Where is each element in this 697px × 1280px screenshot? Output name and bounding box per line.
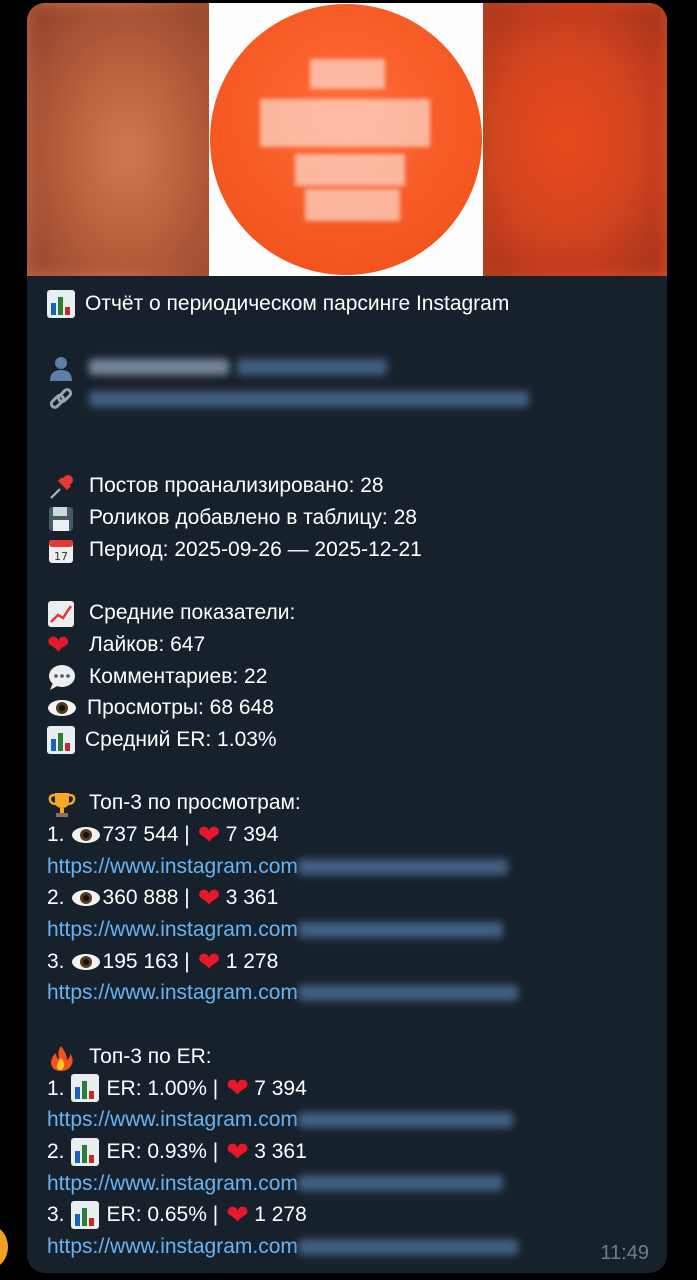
message-time: 11:49 bbox=[600, 1242, 649, 1264]
eye-icon bbox=[71, 887, 100, 909]
heart-icon: ❤ bbox=[226, 1200, 249, 1231]
post-link[interactable]: https://www.instagram.com bbox=[47, 977, 298, 1009]
report-title: Отчёт о периодическом парсинге Instagram bbox=[85, 292, 510, 315]
bar-chart-icon bbox=[70, 1074, 99, 1103]
top-views-item-2: 2. 360 888 | ❤ 3 361 bbox=[47, 883, 279, 914]
avatar-partial[interactable] bbox=[0, 1226, 8, 1268]
account-handle-redacted[interactable] bbox=[237, 359, 387, 376]
avg-er: Средний ER: 1.03% bbox=[85, 727, 277, 751]
top-views-item-1: 1. 737 544 | ❤ 7 394 bbox=[47, 819, 279, 850]
eye-icon bbox=[71, 824, 100, 846]
user-silhouette-icon bbox=[47, 354, 79, 382]
posts-analyzed: Постов проанализировано: 28 bbox=[89, 474, 384, 498]
post-link[interactable]: https://www.instagram.com bbox=[47, 1231, 298, 1263]
link-preview-image[interactable] bbox=[27, 3, 667, 276]
heart-icon: ❤ bbox=[197, 883, 221, 914]
period: Период: 2025-09-26 — 2025-12-21 bbox=[89, 537, 422, 561]
post-link-redacted[interactable] bbox=[297, 1112, 513, 1129]
post-link-redacted[interactable] bbox=[297, 1238, 518, 1255]
avg-likes: Лайков: 647 bbox=[89, 632, 206, 656]
pushpin-icon bbox=[47, 473, 79, 499]
trophy-icon bbox=[47, 790, 79, 818]
account-link-line bbox=[47, 383, 647, 415]
heart-icon: ❤ bbox=[47, 629, 70, 660]
eye-icon bbox=[71, 951, 100, 973]
message-text: Отчёт о периодическом парсинге Instagram… bbox=[27, 276, 667, 1263]
top-er-item-2: 2. ER: 0.93% | ❤ 3 361 bbox=[47, 1136, 307, 1167]
calendar-icon: 17 bbox=[47, 537, 79, 563]
account-url-redacted[interactable] bbox=[89, 390, 529, 407]
avg-views: Просмотры: 68 648 bbox=[87, 696, 274, 720]
bar-chart-icon bbox=[47, 725, 75, 754]
floppy-disk-icon bbox=[47, 505, 79, 531]
post-link[interactable]: https://www.instagram.com bbox=[47, 1168, 298, 1200]
post-link[interactable]: https://www.instagram.com bbox=[47, 851, 298, 883]
top-er-item-3: 3. ER: 0.65% | ❤ 1 278 bbox=[47, 1200, 307, 1231]
heart-icon: ❤ bbox=[226, 1136, 249, 1167]
avg-comments: Комментариев: 22 bbox=[89, 664, 268, 688]
bar-chart-icon bbox=[70, 1201, 99, 1230]
link-icon bbox=[47, 386, 79, 412]
eye-icon bbox=[47, 697, 77, 719]
top-er-header: Топ-3 по ER: bbox=[89, 1044, 212, 1068]
speech-bubble-icon bbox=[47, 663, 79, 691]
post-link[interactable]: https://www.instagram.com bbox=[47, 914, 298, 946]
heart-icon: ❤ bbox=[226, 1073, 249, 1104]
bar-chart-icon bbox=[47, 289, 75, 318]
top-views-item-3: 3. 195 163 | ❤ 1 278 bbox=[47, 946, 279, 977]
report-title-line: Отчёт о периодическом парсинге Instagram bbox=[47, 288, 647, 320]
svg-text:17: 17 bbox=[54, 550, 68, 563]
top-views-header: Топ-3 по просмотрам: bbox=[89, 791, 301, 815]
reels-added: Роликов добавлено в таблицу: 28 bbox=[89, 506, 417, 530]
post-link-redacted[interactable] bbox=[297, 921, 503, 938]
post-link-redacted[interactable] bbox=[297, 985, 518, 1002]
account-name-line bbox=[47, 351, 647, 383]
post-link[interactable]: https://www.instagram.com bbox=[47, 1104, 298, 1136]
post-link-redacted[interactable] bbox=[297, 1175, 503, 1192]
averages-header: Средние показатели: bbox=[89, 601, 296, 625]
fire-icon bbox=[47, 1044, 79, 1071]
top-er-item-1: 1. ER: 1.00% | ❤ 7 394 bbox=[47, 1073, 307, 1104]
heart-icon: ❤ bbox=[197, 946, 221, 977]
heart-icon: ❤ bbox=[197, 819, 221, 850]
trend-chart-icon bbox=[47, 600, 79, 628]
account-name-redacted bbox=[89, 359, 229, 376]
channel-logo bbox=[209, 3, 483, 276]
message-bubble: Отчёт о периодическом парсинге Instagram… bbox=[27, 3, 667, 1273]
post-link-redacted[interactable] bbox=[297, 858, 508, 875]
bar-chart-icon bbox=[70, 1137, 99, 1166]
